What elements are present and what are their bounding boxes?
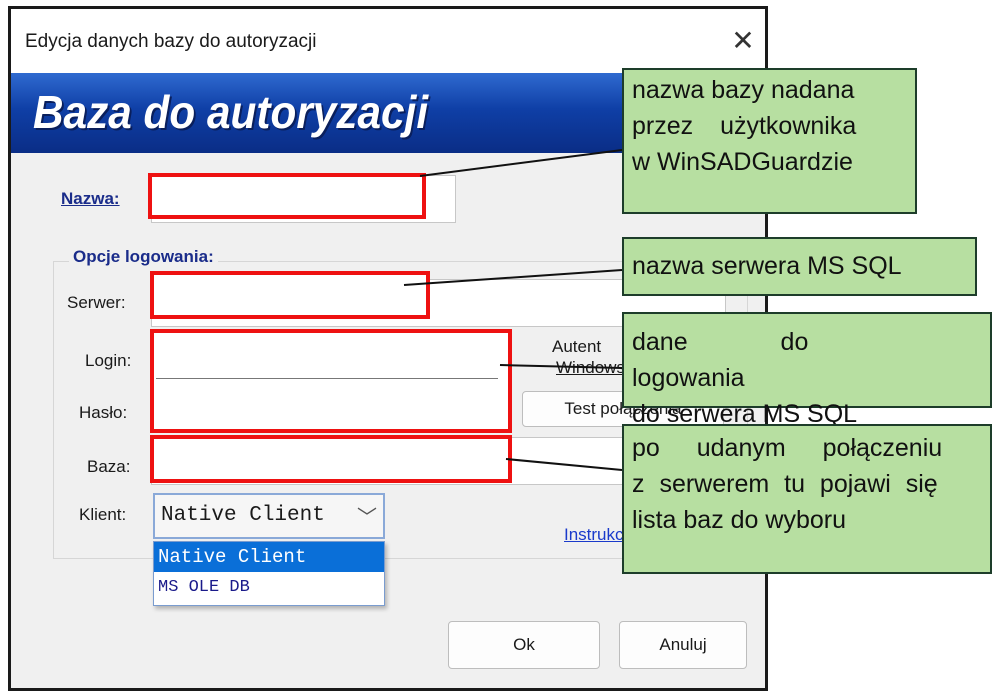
connector-database <box>505 458 623 471</box>
note-server: nazwa serwera MS SQL <box>622 237 977 296</box>
note-login-line-1: dane do logowania <box>632 328 809 392</box>
note-database-line-1: po udanym połączeniu <box>632 434 943 462</box>
note-name: nazwa bazy nadana przez użytkownika w Wi… <box>622 68 917 214</box>
connector-name <box>419 149 623 177</box>
note-name-line-1: nazwa bazy nadana <box>632 76 855 104</box>
note-database-line-3: lista baz do wyboru <box>632 506 847 534</box>
connector-server <box>403 269 623 286</box>
note-name-line-3: w WinSADGuardzie <box>632 148 853 176</box>
note-database-line-2: z serwerem tu pojawi się <box>632 470 938 498</box>
connector-login <box>499 364 623 369</box>
note-database: po udanym połączeniu z serwerem tu pojaw… <box>622 424 992 574</box>
note-login: dane do logowania do serwera MS SQL <box>622 312 992 428</box>
note-server-line-1: nazwa serwera MS SQL <box>632 252 902 280</box>
note-name-line-2: przez użytkownika <box>632 112 857 140</box>
